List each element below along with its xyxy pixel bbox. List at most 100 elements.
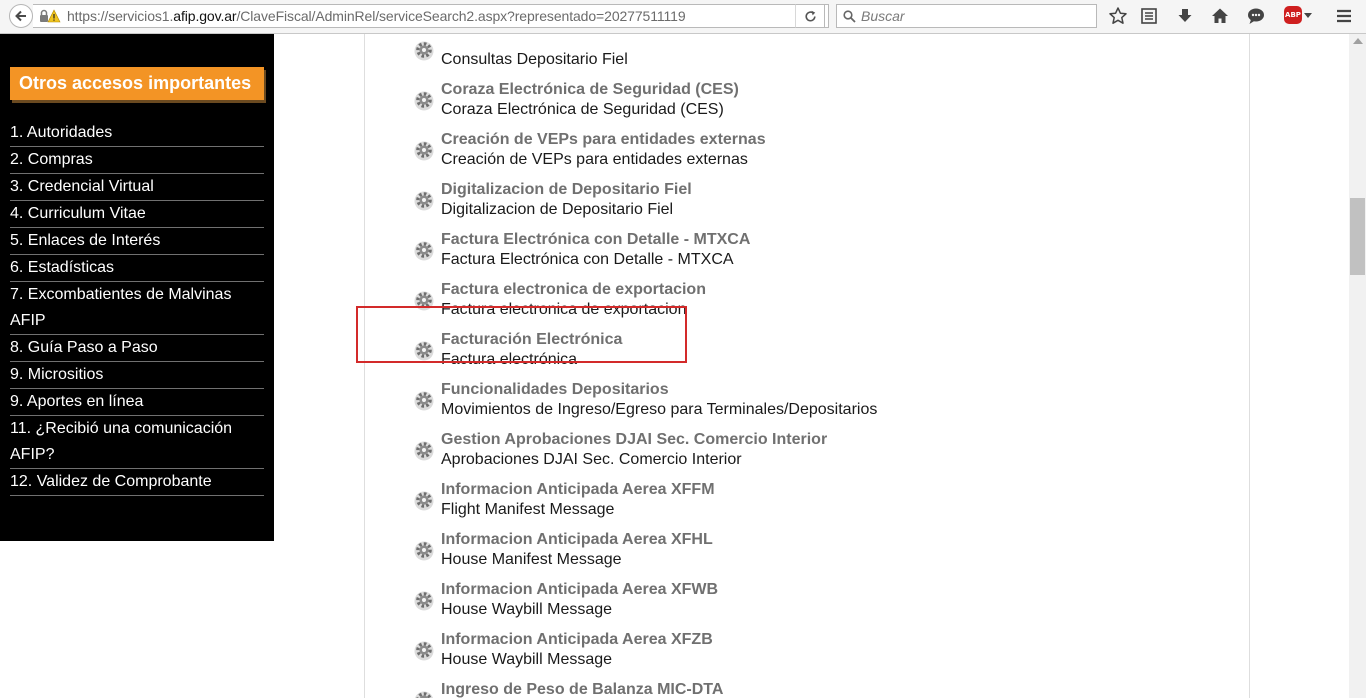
sidebar-link[interactable]: 5. Enlaces de Interés: [10, 228, 264, 255]
service-title[interactable]: Facturación Electrónica: [441, 330, 622, 350]
service-gear-icon: [413, 589, 435, 611]
gear-icon: [414, 491, 434, 511]
service-description: Coraza Electrónica de Seguridad (CES): [441, 101, 724, 118]
service-title[interactable]: Ingreso de Peso de Balanza MIC-DTA: [441, 680, 723, 698]
service-description: Flight Manifest Message: [441, 501, 615, 518]
sidebar-heading: Otros accesos importantes: [10, 67, 264, 100]
sidebar-link[interactable]: 6. Estadísticas: [10, 255, 264, 282]
reading-list-icon[interactable]: [1139, 6, 1159, 26]
browser-toolbar: https://servicios1.afip.gov.ar/ClaveFisc…: [0, 0, 1366, 34]
gear-icon: [414, 141, 434, 161]
scrollbar[interactable]: [1349, 34, 1366, 698]
service-item[interactable]: Gestion Aprobaciones DJAI Sec. Comercio …: [365, 430, 1245, 480]
service-item[interactable]: Funcionalidades Depositarios Movimientos …: [365, 380, 1245, 430]
service-item[interactable]: Ingreso de Peso de Balanza MIC-DTA: [365, 680, 1245, 698]
service-gear-icon: [413, 189, 435, 211]
service-gear-icon: [413, 139, 435, 161]
service-title[interactable]: Factura Electrónica con Detalle - MTXCA: [441, 230, 750, 250]
scrollbar-thumb[interactable]: [1350, 198, 1365, 275]
chevron-down-icon[interactable]: [1304, 13, 1312, 18]
service-item[interactable]: Creación de VEPs para entidades externas…: [365, 130, 1245, 180]
service-title[interactable]: Gestion Aprobaciones DJAI Sec. Comercio …: [441, 430, 827, 450]
sidebar-link[interactable]: 8. Guía Paso a Paso: [10, 335, 264, 362]
gear-icon: [414, 41, 434, 61]
service-gear-icon: [413, 339, 435, 361]
service-gear-icon: [413, 439, 435, 461]
url-text[interactable]: https://servicios1.afip.gov.ar/ClaveFisc…: [67, 8, 686, 24]
service-gear-icon: [413, 389, 435, 411]
service-gear-icon: [413, 239, 435, 261]
service-title[interactable]: Informacion Anticipada Aerea XFWB: [441, 580, 718, 600]
service-item[interactable]: Factura electronica de exportacion Factur…: [365, 280, 1245, 330]
service-gear-icon: [413, 639, 435, 661]
service-gear-icon: [413, 289, 435, 311]
service-item[interactable]: Informacion Anticipada Aerea XFZB House W…: [365, 630, 1245, 680]
sidebar-links: 1. Autoridades 2. Compras 3. Credencial Vi…: [10, 120, 264, 496]
service-gear-icon: [413, 39, 435, 61]
gear-icon: [414, 691, 434, 698]
service-description: House Manifest Message: [441, 551, 622, 568]
service-item[interactable]: Informacion Anticipada Aerea XFHL House M…: [365, 530, 1245, 580]
gear-icon: [414, 291, 434, 311]
service-title[interactable]: Informacion Anticipada Aerea XFHL: [441, 530, 713, 550]
gear-icon: [414, 591, 434, 611]
service-item[interactable]: Facturación Electrónica Factura electróni…: [365, 330, 1245, 380]
sidebar-link[interactable]: 9. Aportes en línea: [10, 389, 264, 416]
service-title[interactable]: Informacion Anticipada Aerea XFZB: [441, 630, 713, 650]
service-description: House Waybill Message: [441, 601, 613, 618]
reload-button[interactable]: [795, 4, 825, 28]
sidebar-link[interactable]: 7. Excombatientes de Malvinas AFIP: [10, 282, 264, 335]
gear-icon: [414, 391, 434, 411]
service-gear-icon: [413, 489, 435, 511]
service-gear-icon: [413, 89, 435, 111]
adblock-icon[interactable]: ABP: [1284, 6, 1302, 24]
back-button[interactable]: [9, 4, 33, 28]
gear-icon: [414, 641, 434, 661]
service-title[interactable]: Funcionalidades Depositarios: [441, 380, 669, 400]
reload-icon: [805, 10, 816, 22]
gear-icon: [414, 91, 434, 111]
service-description: Movimientos de Ingreso/Egreso para Termi…: [441, 401, 878, 418]
arrow-left-icon: [15, 10, 26, 22]
service-item[interactable]: Informacion Anticipada Aerea XFWB House W…: [365, 580, 1245, 630]
search-input[interactable]: [861, 6, 1091, 26]
service-title[interactable]: Creación de VEPs para entidades externas: [441, 130, 766, 150]
menu-icon[interactable]: [1334, 6, 1354, 26]
sidebar-link[interactable]: 12. Validez de Comprobante: [10, 469, 264, 496]
sidebar: Otros accesos importantes 1. Autoridades…: [0, 34, 274, 541]
home-icon[interactable]: [1210, 6, 1230, 26]
service-title[interactable]: Coraza Electrónica de Seguridad (CES): [441, 80, 739, 100]
service-gear-icon: [413, 689, 435, 698]
url-bar[interactable]: https://servicios1.afip.gov.ar/ClaveFisc…: [33, 4, 829, 28]
search-icon: [843, 10, 856, 23]
service-description: House Waybill Message: [441, 651, 613, 668]
chat-icon[interactable]: [1246, 6, 1266, 26]
service-item[interactable]: Coraza Electrónica de Seguridad (CES) Cor…: [365, 80, 1245, 130]
scroll-up-arrow-icon[interactable]: [1353, 38, 1363, 44]
sidebar-link[interactable]: 2. Compras: [10, 147, 264, 174]
service-title[interactable]: Digitalizacion de Depositario Fiel: [441, 180, 692, 200]
sidebar-heading-label: Otros accesos importantes: [19, 73, 252, 93]
gear-icon: [414, 241, 434, 261]
gear-icon: [414, 191, 434, 211]
sidebar-link[interactable]: 3. Credencial Virtual: [10, 174, 264, 201]
service-item[interactable]: Informacion Anticipada Aerea XFFM Flight …: [365, 480, 1245, 530]
search-bar[interactable]: [836, 4, 1097, 28]
service-title[interactable]: Factura electronica de exportacion: [441, 280, 706, 300]
sidebar-link[interactable]: 11. ¿Recibió una comunicación AFIP?: [10, 416, 264, 469]
service-description: Factura electronica de exportacion: [441, 301, 687, 318]
service-title[interactable]: Informacion Anticipada Aerea XFFM: [441, 480, 715, 500]
sidebar-link[interactable]: 4. Curriculum Vitae: [10, 201, 264, 228]
sidebar-link[interactable]: 9. Micrositios: [10, 362, 264, 389]
gear-icon: [414, 441, 434, 461]
service-description: Creación de VEPs para entidades externas: [441, 151, 748, 168]
site-security-icon: [40, 9, 61, 23]
service-description: Factura Electrónica con Detalle - MTXCA: [441, 251, 734, 268]
sidebar-link[interactable]: 1. Autoridades: [10, 120, 264, 147]
downloads-icon[interactable]: [1175, 6, 1195, 26]
service-item[interactable]: Consultas Depositario Fiel: [365, 34, 1245, 80]
bookmark-star-icon[interactable]: [1108, 6, 1128, 26]
service-item[interactable]: Digitalizacion de Depositario Fiel Digita…: [365, 180, 1245, 230]
service-item[interactable]: Factura Electrónica con Detalle - MTXCA F…: [365, 230, 1245, 280]
services-list: Consultas Depositario Fiel Coraza Electró…: [364, 34, 1250, 698]
